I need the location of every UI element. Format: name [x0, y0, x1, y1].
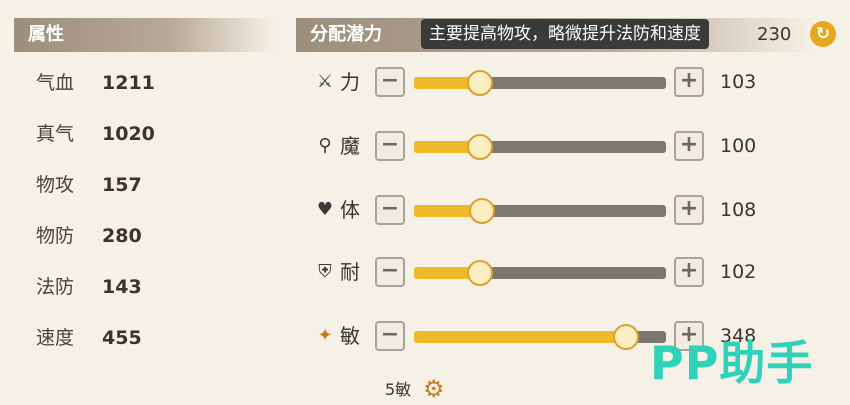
attribute-name: 敏	[340, 324, 360, 348]
attribute-slider[interactable]	[414, 324, 666, 350]
gear-icon[interactable]: ⚙	[423, 375, 445, 403]
attribute-name: 魔	[340, 134, 360, 158]
decrease-button[interactable]: −	[375, 67, 405, 97]
attribute-row-magic: ⚲ 魔 − + 100	[300, 129, 760, 165]
increase-button[interactable]: +	[674, 195, 704, 225]
stat-row-mp: 真气 1020	[36, 119, 155, 149]
attribute-row-strength: ⚔ 力 − + 103	[300, 65, 760, 101]
reset-icon[interactable]: ↻	[810, 21, 836, 47]
attribute-row-constitution: ♥ 体 − + 108	[300, 193, 760, 229]
stat-row-mdef: 法防 143	[36, 272, 142, 302]
attributes-title: 属性	[28, 24, 64, 45]
sword-icon: ⚔	[316, 71, 334, 92]
stat-label: 物防	[36, 225, 75, 247]
attribute-value: 102	[720, 261, 757, 283]
remaining-points: 230	[757, 24, 792, 45]
stat-label: 物攻	[36, 174, 75, 196]
decrease-button[interactable]: −	[375, 257, 405, 287]
stat-value: 1020	[102, 123, 155, 145]
stat-value: 157	[102, 174, 142, 196]
stat-value: 1211	[102, 72, 155, 94]
attribute-tooltip: 主要提高物攻，略微提升法防和速度	[421, 19, 709, 49]
watermark-logo: PP助手	[650, 336, 814, 390]
stat-label: 速度	[36, 327, 75, 349]
attributes-header: 属性	[14, 18, 276, 52]
slider-knob[interactable]	[612, 324, 639, 350]
increase-button[interactable]: +	[674, 67, 704, 97]
stat-label: 法防	[36, 276, 75, 298]
decrease-button[interactable]: −	[375, 131, 405, 161]
staff-icon: ⚲	[318, 135, 332, 156]
attribute-name: 力	[340, 70, 360, 94]
allocate-potential-title: 分配潜力	[310, 24, 382, 45]
slider-knob[interactable]	[466, 260, 493, 286]
stat-row-hp: 气血 1211	[36, 68, 155, 98]
stat-row-speed: 速度 455	[36, 323, 142, 353]
stat-row-patk: 物攻 157	[36, 170, 142, 200]
slider-knob[interactable]	[466, 70, 493, 96]
attribute-value: 103	[720, 71, 757, 93]
auto-allocate-label: 5敏	[385, 380, 412, 399]
attribute-value: 100	[720, 135, 757, 157]
attribute-name: 体	[340, 198, 360, 222]
increase-button[interactable]: +	[674, 131, 704, 161]
stat-value: 280	[102, 225, 142, 247]
stat-label: 气血	[36, 72, 75, 94]
stat-row-pdef: 物防 280	[36, 221, 142, 251]
slider-knob[interactable]	[466, 134, 493, 160]
stat-value: 143	[102, 276, 142, 298]
attribute-slider[interactable]	[414, 134, 666, 160]
stat-label: 真气	[36, 123, 75, 145]
attribute-row-endurance: ⛨ 耐 − + 102	[300, 255, 760, 291]
attribute-value: 108	[720, 199, 757, 221]
heart-icon: ♥	[316, 199, 334, 220]
decrease-button[interactable]: −	[375, 195, 405, 225]
slider-fill	[414, 331, 626, 343]
attribute-slider[interactable]	[414, 198, 666, 224]
stat-value: 455	[102, 327, 142, 349]
boot-icon: ✦	[317, 325, 333, 346]
shield-icon: ⛨	[318, 261, 332, 282]
increase-button[interactable]: +	[674, 257, 704, 287]
decrease-button[interactable]: −	[375, 321, 405, 351]
slider-knob[interactable]	[469, 198, 496, 224]
attribute-slider[interactable]	[414, 260, 666, 286]
attribute-slider[interactable]	[414, 70, 666, 96]
attribute-name: 耐	[340, 260, 360, 284]
